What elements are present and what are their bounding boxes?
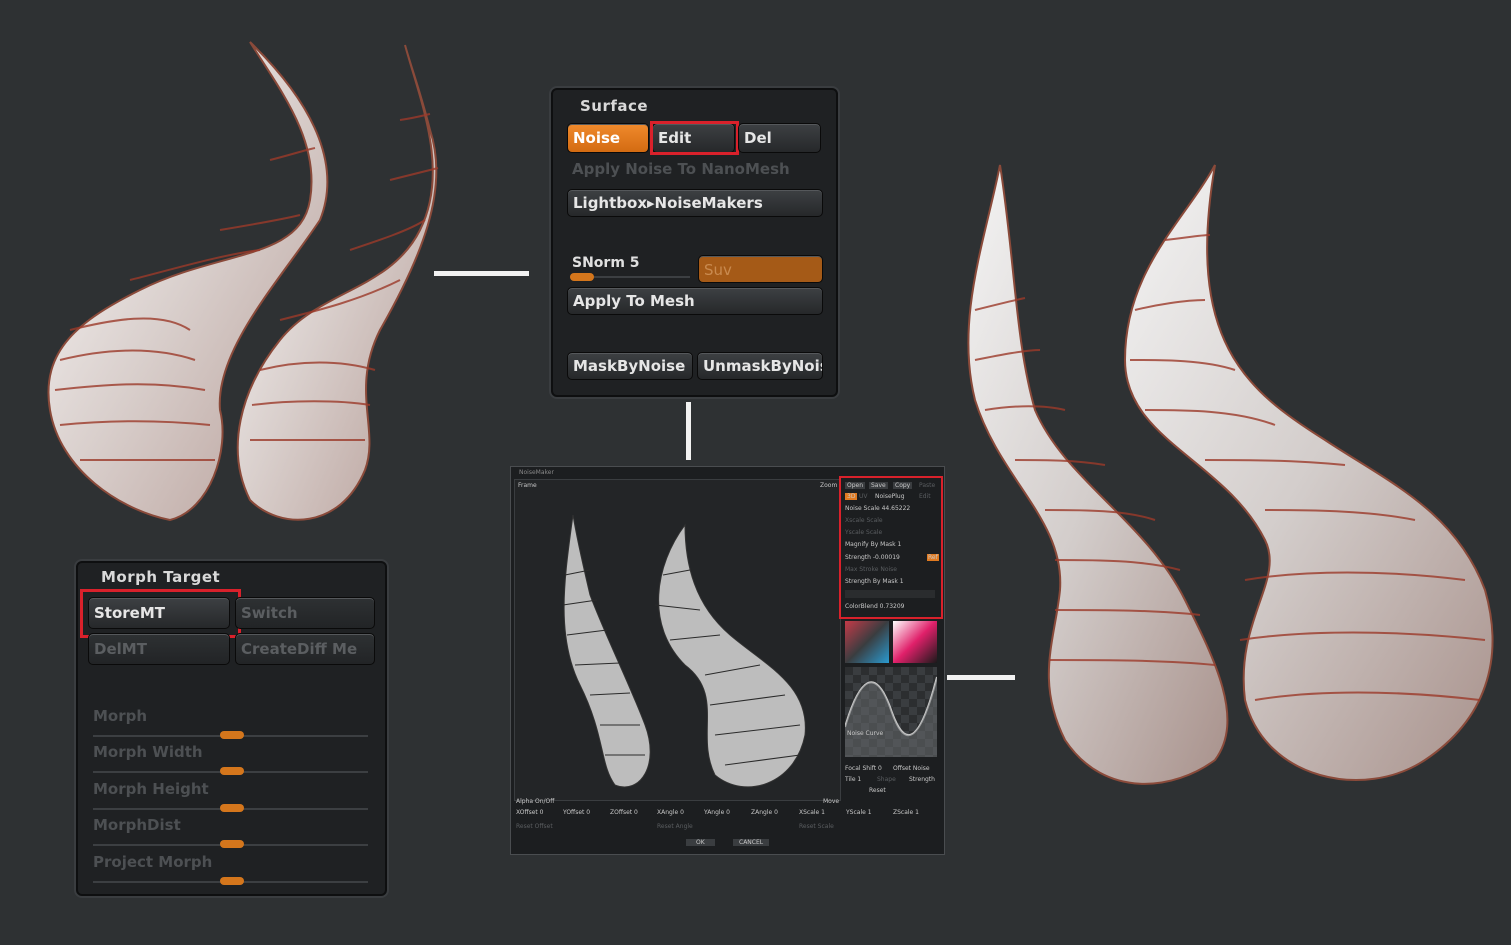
ok-button[interactable]: OK [686, 839, 715, 846]
zoffset-slider[interactable]: ZOffset 0 [610, 809, 638, 816]
morph-slider-label: Morph [93, 707, 148, 725]
apply-to-mesh-button[interactable]: Apply To Mesh [567, 287, 823, 315]
lightbox-noisemakers-button[interactable]: Lightbox▸NoiseMakers [567, 189, 823, 217]
noisemaker-settings-highlight [839, 476, 943, 619]
suv-button[interactable]: Suv [698, 255, 823, 283]
zangle-slider[interactable]: ZAngle 0 [751, 809, 778, 816]
morph-slider[interactable] [220, 731, 244, 739]
focal-shift-slider[interactable]: Focal Shift 0 [845, 765, 882, 772]
morph-target-panel: Morph Target StoreMT Switch DelMT Create… [76, 561, 387, 896]
morphdist-label: MorphDist [93, 816, 181, 834]
noise-curve-editor[interactable]: Noise Curve [845, 667, 937, 757]
morph-target-title: Morph Target [101, 568, 221, 586]
zoom-label[interactable]: Zoom [820, 482, 837, 489]
yangle-slider[interactable]: YAngle 0 [704, 809, 730, 816]
morphdist-slider[interactable] [220, 840, 244, 848]
apply-nanomesh-button[interactable]: Apply Noise To NanoMesh [572, 160, 790, 178]
xoffset-slider[interactable]: XOffset 0 [516, 809, 543, 816]
frame-label[interactable]: Frame [518, 482, 537, 489]
reset-angle-button[interactable]: Reset Angle [657, 823, 693, 830]
delmt-button[interactable]: DelMT [88, 633, 230, 665]
noisemaker-preview-horns [562, 515, 806, 788]
reset-scale-button[interactable]: Reset Scale [799, 823, 834, 830]
color-swatch-secondary[interactable] [893, 621, 937, 663]
edit-highlight [650, 121, 739, 155]
curve-reset-button[interactable]: Reset [869, 787, 886, 794]
connector-line-left [434, 271, 529, 276]
storemt-highlight [80, 589, 241, 638]
maskbynoise-button[interactable]: MaskByNoise [567, 352, 693, 380]
unmaskbynoise-button[interactable]: UnmaskByNois [697, 352, 823, 380]
noisemaker-title: NoiseMaker [519, 469, 554, 476]
move-button[interactable]: Move [823, 798, 839, 805]
project-morph-label: Project Morph [93, 853, 213, 871]
snorm-label: SNorm 5 [572, 255, 640, 271]
creatediff-button[interactable]: CreateDiff Me [235, 633, 375, 665]
xangle-slider[interactable]: XAngle 0 [657, 809, 684, 816]
tile-slider[interactable]: Tile 1 [845, 776, 861, 783]
switch-button[interactable]: Switch [235, 597, 375, 629]
horns-render-right [967, 164, 1494, 785]
noisemaker-viewport: Frame Zoom [514, 479, 841, 801]
zscale-slider[interactable]: ZScale 1 [893, 809, 919, 816]
surface-title: Surface [580, 97, 649, 115]
offset-noise-slider[interactable]: Offset Noise [893, 765, 930, 772]
reset-offset-button[interactable]: Reset Offset [516, 823, 553, 830]
morph-height-label: Morph Height [93, 780, 209, 798]
alpha-onoff-button[interactable]: Alpha On/Off [516, 798, 554, 805]
noise-curve-label: Noise Curve [847, 730, 884, 737]
morph-height-slider[interactable] [220, 804, 244, 812]
xscale-slider[interactable]: XScale 1 [799, 809, 825, 816]
connector-line-vertical [686, 402, 691, 460]
horns-render-top-left [47, 41, 439, 522]
noisemaker-controls: Open Save Copy Paste 3D UV NoisePlug Edi… [839, 476, 943, 851]
connector-line-right [947, 675, 1015, 680]
yoffset-slider[interactable]: YOffset 0 [563, 809, 590, 816]
color-swatch-primary[interactable] [845, 621, 889, 663]
surface-panel: Surface Noise Edit Del Apply Noise To Na… [551, 88, 838, 397]
noisemaker-window: NoiseMaker Frame Zoom Open Save Copy Pas… [510, 466, 945, 855]
del-button[interactable]: Del [738, 123, 821, 153]
morph-width-slider[interactable] [220, 767, 244, 775]
snorm-slider[interactable] [570, 273, 594, 281]
yscale-slider[interactable]: YScale 1 [846, 809, 872, 816]
noise-button[interactable]: Noise [567, 123, 649, 153]
project-morph-slider[interactable] [220, 877, 244, 885]
morph-width-label: Morph Width [93, 743, 203, 761]
shape-slider[interactable]: Shape [877, 776, 896, 783]
strength2-slider[interactable]: Strength [909, 776, 935, 783]
cancel-button[interactable]: CANCEL [733, 839, 770, 846]
